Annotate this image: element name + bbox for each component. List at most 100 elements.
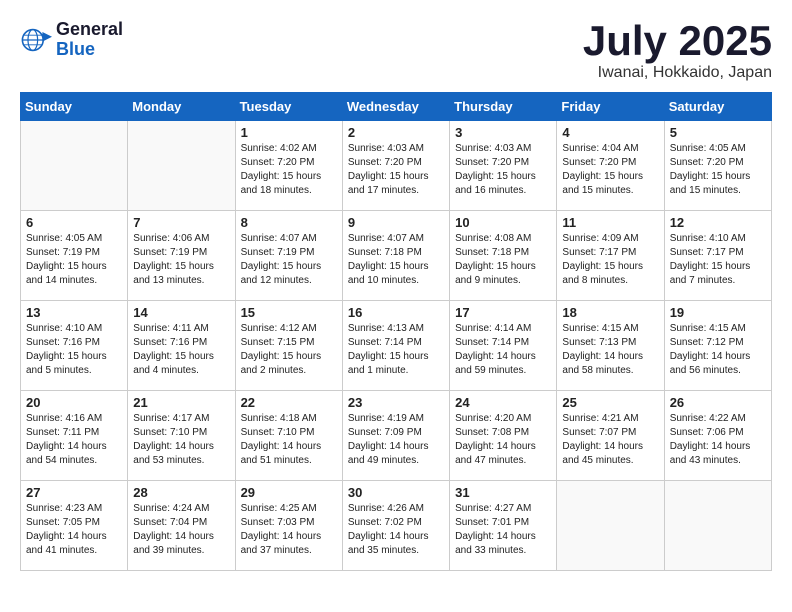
calendar-cell [128, 121, 235, 211]
day-number: 9 [348, 215, 444, 230]
day-info: Sunrise: 4:03 AM Sunset: 7:20 PM Dayligh… [455, 142, 551, 198]
calendar-week-5: 27 Sunrise: 4:23 AM Sunset: 7:05 PM Dayli… [21, 481, 772, 571]
calendar-cell [21, 121, 128, 211]
day-info: Sunrise: 4:15 AM Sunset: 7:13 PM Dayligh… [562, 322, 658, 378]
day-info: Sunrise: 4:25 AM Sunset: 7:03 PM Dayligh… [241, 502, 337, 558]
calendar-cell: 23 Sunrise: 4:19 AM Sunset: 7:09 PM Dayli… [342, 391, 449, 481]
day-number: 30 [348, 485, 444, 500]
day-info: Sunrise: 4:10 AM Sunset: 7:16 PM Dayligh… [26, 322, 122, 378]
calendar-cell: 5 Sunrise: 4:05 AM Sunset: 7:20 PM Daylig… [664, 121, 771, 211]
day-number: 27 [26, 485, 122, 500]
calendar-cell [557, 481, 664, 571]
calendar-cell: 29 Sunrise: 4:25 AM Sunset: 7:03 PM Dayli… [235, 481, 342, 571]
calendar-cell: 17 Sunrise: 4:14 AM Sunset: 7:14 PM Dayli… [450, 301, 557, 391]
day-info: Sunrise: 4:07 AM Sunset: 7:19 PM Dayligh… [241, 232, 337, 288]
day-info: Sunrise: 4:20 AM Sunset: 7:08 PM Dayligh… [455, 412, 551, 468]
day-info: Sunrise: 4:16 AM Sunset: 7:11 PM Dayligh… [26, 412, 122, 468]
day-number: 24 [455, 395, 551, 410]
day-info: Sunrise: 4:08 AM Sunset: 7:18 PM Dayligh… [455, 232, 551, 288]
calendar-week-1: 1 Sunrise: 4:02 AM Sunset: 7:20 PM Daylig… [21, 121, 772, 211]
day-number: 5 [670, 125, 766, 140]
calendar-cell: 26Sunrise: 4:22 AM Sunset: 7:06 PM Dayli… [664, 391, 771, 481]
day-info: Sunrise: 4:06 AM Sunset: 7:19 PM Dayligh… [133, 232, 229, 288]
calendar-cell: 7Sunrise: 4:06 AM Sunset: 7:19 PM Daylig… [128, 211, 235, 301]
calendar-cell: 15 Sunrise: 4:12 AM Sunset: 7:15 PM Dayli… [235, 301, 342, 391]
day-number: 31 [455, 485, 551, 500]
day-info: Sunrise: 4:07 AM Sunset: 7:18 PM Dayligh… [348, 232, 444, 288]
calendar-cell: 30 Sunrise: 4:26 AM Sunset: 7:02 PM Dayli… [342, 481, 449, 571]
calendar-cell: 3 Sunrise: 4:03 AM Sunset: 7:20 PM Daylig… [450, 121, 557, 211]
day-number: 19 [670, 305, 766, 320]
day-number: 8 [241, 215, 337, 230]
calendar-week-2: 6 Sunrise: 4:05 AM Sunset: 7:19 PM Daylig… [21, 211, 772, 301]
day-info: Sunrise: 4:22 AM Sunset: 7:06 PM Dayligh… [670, 412, 766, 468]
calendar-cell: 28 Sunrise: 4:24 AM Sunset: 7:04 PM Dayli… [128, 481, 235, 571]
logo-general-text: General [56, 20, 123, 40]
calendar-cell: 14Sunrise: 4:11 AM Sunset: 7:16 PM Dayli… [128, 301, 235, 391]
day-info: Sunrise: 4:11 AM Sunset: 7:16 PM Dayligh… [133, 322, 229, 378]
day-info: Sunrise: 4:02 AM Sunset: 7:20 PM Dayligh… [241, 142, 337, 198]
day-number: 28 [133, 485, 229, 500]
logo-icon [20, 24, 52, 56]
day-number: 11 [562, 215, 658, 230]
logo-text: General Blue [56, 20, 123, 60]
calendar-table: SundayMondayTuesdayWednesdayThursdayFrid… [20, 92, 772, 571]
day-info: Sunrise: 4:24 AM Sunset: 7:04 PM Dayligh… [133, 502, 229, 558]
calendar-cell: 4 Sunrise: 4:04 AM Sunset: 7:20 PM Daylig… [557, 121, 664, 211]
weekday-header-thursday: Thursday [450, 93, 557, 121]
title-block: July 2025 Iwanai, Hokkaido, Japan [583, 20, 772, 82]
day-number: 23 [348, 395, 444, 410]
calendar-cell: 27 Sunrise: 4:23 AM Sunset: 7:05 PM Dayli… [21, 481, 128, 571]
calendar-cell: 21Sunrise: 4:17 AM Sunset: 7:10 PM Dayli… [128, 391, 235, 481]
day-number: 25 [562, 395, 658, 410]
day-number: 15 [241, 305, 337, 320]
day-info: Sunrise: 4:21 AM Sunset: 7:07 PM Dayligh… [562, 412, 658, 468]
day-number: 2 [348, 125, 444, 140]
weekday-header-sunday: Sunday [21, 93, 128, 121]
weekday-header-saturday: Saturday [664, 93, 771, 121]
calendar-cell: 19 Sunrise: 4:15 AM Sunset: 7:12 PM Dayli… [664, 301, 771, 391]
day-info: Sunrise: 4:19 AM Sunset: 7:09 PM Dayligh… [348, 412, 444, 468]
calendar-cell: 1 Sunrise: 4:02 AM Sunset: 7:20 PM Daylig… [235, 121, 342, 211]
day-info: Sunrise: 4:04 AM Sunset: 7:20 PM Dayligh… [562, 142, 658, 198]
day-info: Sunrise: 4:09 AM Sunset: 7:17 PM Dayligh… [562, 232, 658, 288]
weekday-header-monday: Monday [128, 93, 235, 121]
day-number: 21 [133, 395, 229, 410]
calendar-cell: 24 Sunrise: 4:20 AM Sunset: 7:08 PM Dayli… [450, 391, 557, 481]
day-number: 1 [241, 125, 337, 140]
day-info: Sunrise: 4:12 AM Sunset: 7:15 PM Dayligh… [241, 322, 337, 378]
calendar-cell: 20Sunrise: 4:16 AM Sunset: 7:11 PM Dayli… [21, 391, 128, 481]
day-info: Sunrise: 4:23 AM Sunset: 7:05 PM Dayligh… [26, 502, 122, 558]
day-number: 12 [670, 215, 766, 230]
calendar-cell: 18 Sunrise: 4:15 AM Sunset: 7:13 PM Dayli… [557, 301, 664, 391]
day-number: 3 [455, 125, 551, 140]
day-info: Sunrise: 4:26 AM Sunset: 7:02 PM Dayligh… [348, 502, 444, 558]
day-info: Sunrise: 4:27 AM Sunset: 7:01 PM Dayligh… [455, 502, 551, 558]
weekday-header-friday: Friday [557, 93, 664, 121]
day-number: 18 [562, 305, 658, 320]
day-info: Sunrise: 4:05 AM Sunset: 7:19 PM Dayligh… [26, 232, 122, 288]
day-number: 22 [241, 395, 337, 410]
calendar-cell: 9 Sunrise: 4:07 AM Sunset: 7:18 PM Daylig… [342, 211, 449, 301]
day-info: Sunrise: 4:05 AM Sunset: 7:20 PM Dayligh… [670, 142, 766, 198]
day-number: 17 [455, 305, 551, 320]
day-number: 29 [241, 485, 337, 500]
day-number: 6 [26, 215, 122, 230]
day-info: Sunrise: 4:15 AM Sunset: 7:12 PM Dayligh… [670, 322, 766, 378]
location: Iwanai, Hokkaido, Japan [583, 64, 772, 82]
calendar-cell: 25 Sunrise: 4:21 AM Sunset: 7:07 PM Dayli… [557, 391, 664, 481]
calendar-week-3: 13Sunrise: 4:10 AM Sunset: 7:16 PM Dayli… [21, 301, 772, 391]
calendar-cell: 22Sunrise: 4:18 AM Sunset: 7:10 PM Dayli… [235, 391, 342, 481]
day-number: 4 [562, 125, 658, 140]
calendar-cell: 16Sunrise: 4:13 AM Sunset: 7:14 PM Dayli… [342, 301, 449, 391]
calendar-cell: 13Sunrise: 4:10 AM Sunset: 7:16 PM Dayli… [21, 301, 128, 391]
day-info: Sunrise: 4:14 AM Sunset: 7:14 PM Dayligh… [455, 322, 551, 378]
logo: General Blue [20, 20, 123, 60]
calendar-week-4: 20Sunrise: 4:16 AM Sunset: 7:11 PM Dayli… [21, 391, 772, 481]
page-header: General Blue July 2025 Iwanai, Hokkaido,… [20, 20, 772, 82]
month-title: July 2025 [583, 20, 772, 62]
calendar-cell: 8 Sunrise: 4:07 AM Sunset: 7:19 PM Daylig… [235, 211, 342, 301]
day-info: Sunrise: 4:13 AM Sunset: 7:14 PM Dayligh… [348, 322, 444, 378]
day-number: 10 [455, 215, 551, 230]
weekday-header-wednesday: Wednesday [342, 93, 449, 121]
